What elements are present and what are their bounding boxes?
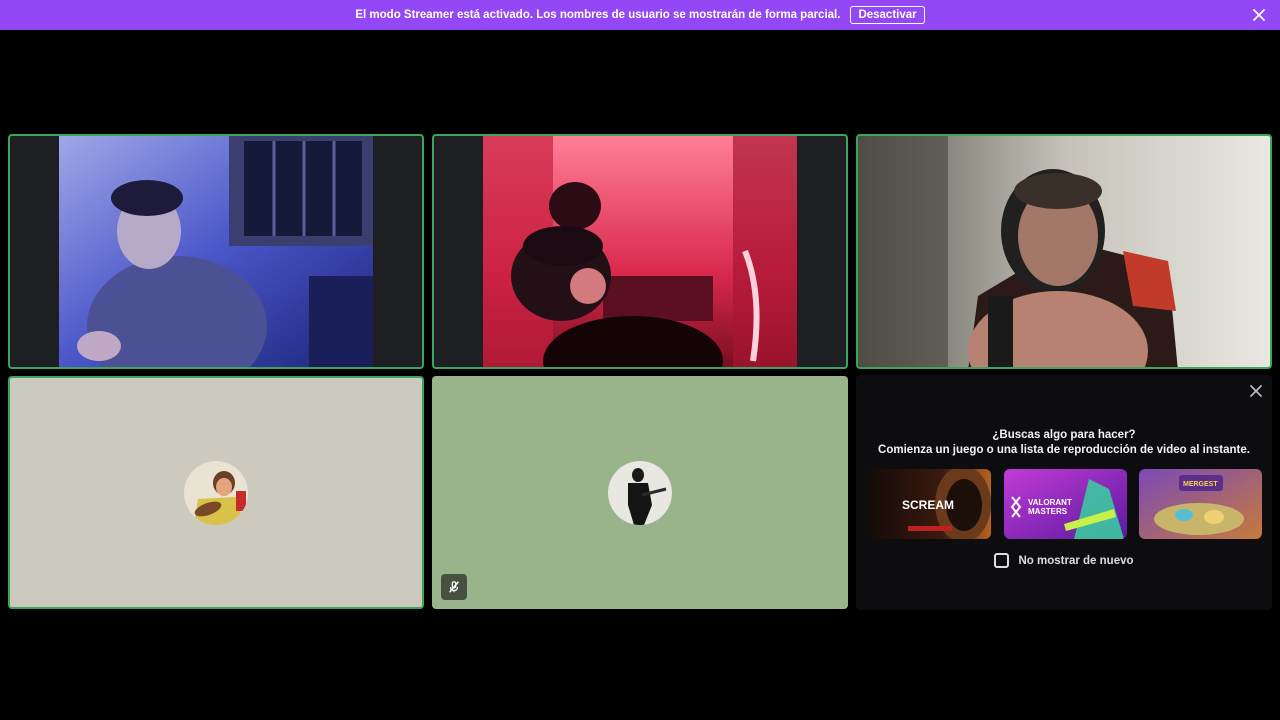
participant-avatar-tile[interactable] [8, 376, 424, 609]
svg-text:MERGEST: MERGEST [1183, 481, 1218, 488]
activity-title: ¿Buscas algo para hacer? [992, 429, 1136, 441]
video-feed [483, 136, 797, 367]
participant-video-tile[interactable] [432, 134, 848, 369]
participant-video-tile[interactable] [8, 134, 424, 369]
muted-microphone-icon [449, 581, 459, 593]
user-avatar [184, 460, 248, 525]
participant-video-tile[interactable] [856, 134, 1272, 369]
activity-cards: SCREAM VALORANT MASTERS MERGEST [868, 469, 1262, 539]
activity-subtitle: Comienza un juego o una lista de reprodu… [878, 444, 1250, 456]
svg-text:SCREAM: SCREAM [902, 498, 954, 512]
video-feed [858, 136, 1270, 367]
video-feed [59, 136, 373, 367]
muted-indicator [441, 574, 467, 600]
close-icon[interactable] [1252, 8, 1266, 22]
participant-avatar-tile[interactable] [432, 376, 848, 609]
mergest-thumbnail: MERGEST [1139, 469, 1262, 539]
streamer-mode-banner: El modo Streamer está activado. Los nomb… [0, 0, 1280, 30]
activity-card-scream[interactable]: SCREAM [868, 469, 991, 539]
activity-card-valorant[interactable]: VALORANT MASTERS [1003, 469, 1127, 539]
close-icon[interactable] [1249, 384, 1263, 398]
deactivate-streamer-button[interactable]: Desactivar [850, 6, 925, 24]
streamer-mode-message: El modo Streamer está activado. Los nomb… [355, 9, 841, 21]
svg-text:MASTERS: MASTERS [1028, 507, 1068, 516]
user-avatar [608, 460, 672, 525]
dont-show-again-checkbox[interactable] [994, 553, 1010, 568]
activity-suggestion-panel: ¿Buscas algo para hacer? Comienza un jue… [856, 375, 1272, 610]
dont-show-again-row: No mostrar de nuevo [856, 553, 1272, 568]
activity-card-mergest[interactable]: MERGEST [1139, 469, 1262, 539]
dont-show-again-label[interactable]: No mostrar de nuevo [1018, 555, 1133, 567]
scream-thumbnail: SCREAM [868, 469, 991, 539]
valorant-thumbnail: VALORANT MASTERS [1003, 469, 1127, 539]
svg-text:VALORANT: VALORANT [1028, 498, 1072, 507]
